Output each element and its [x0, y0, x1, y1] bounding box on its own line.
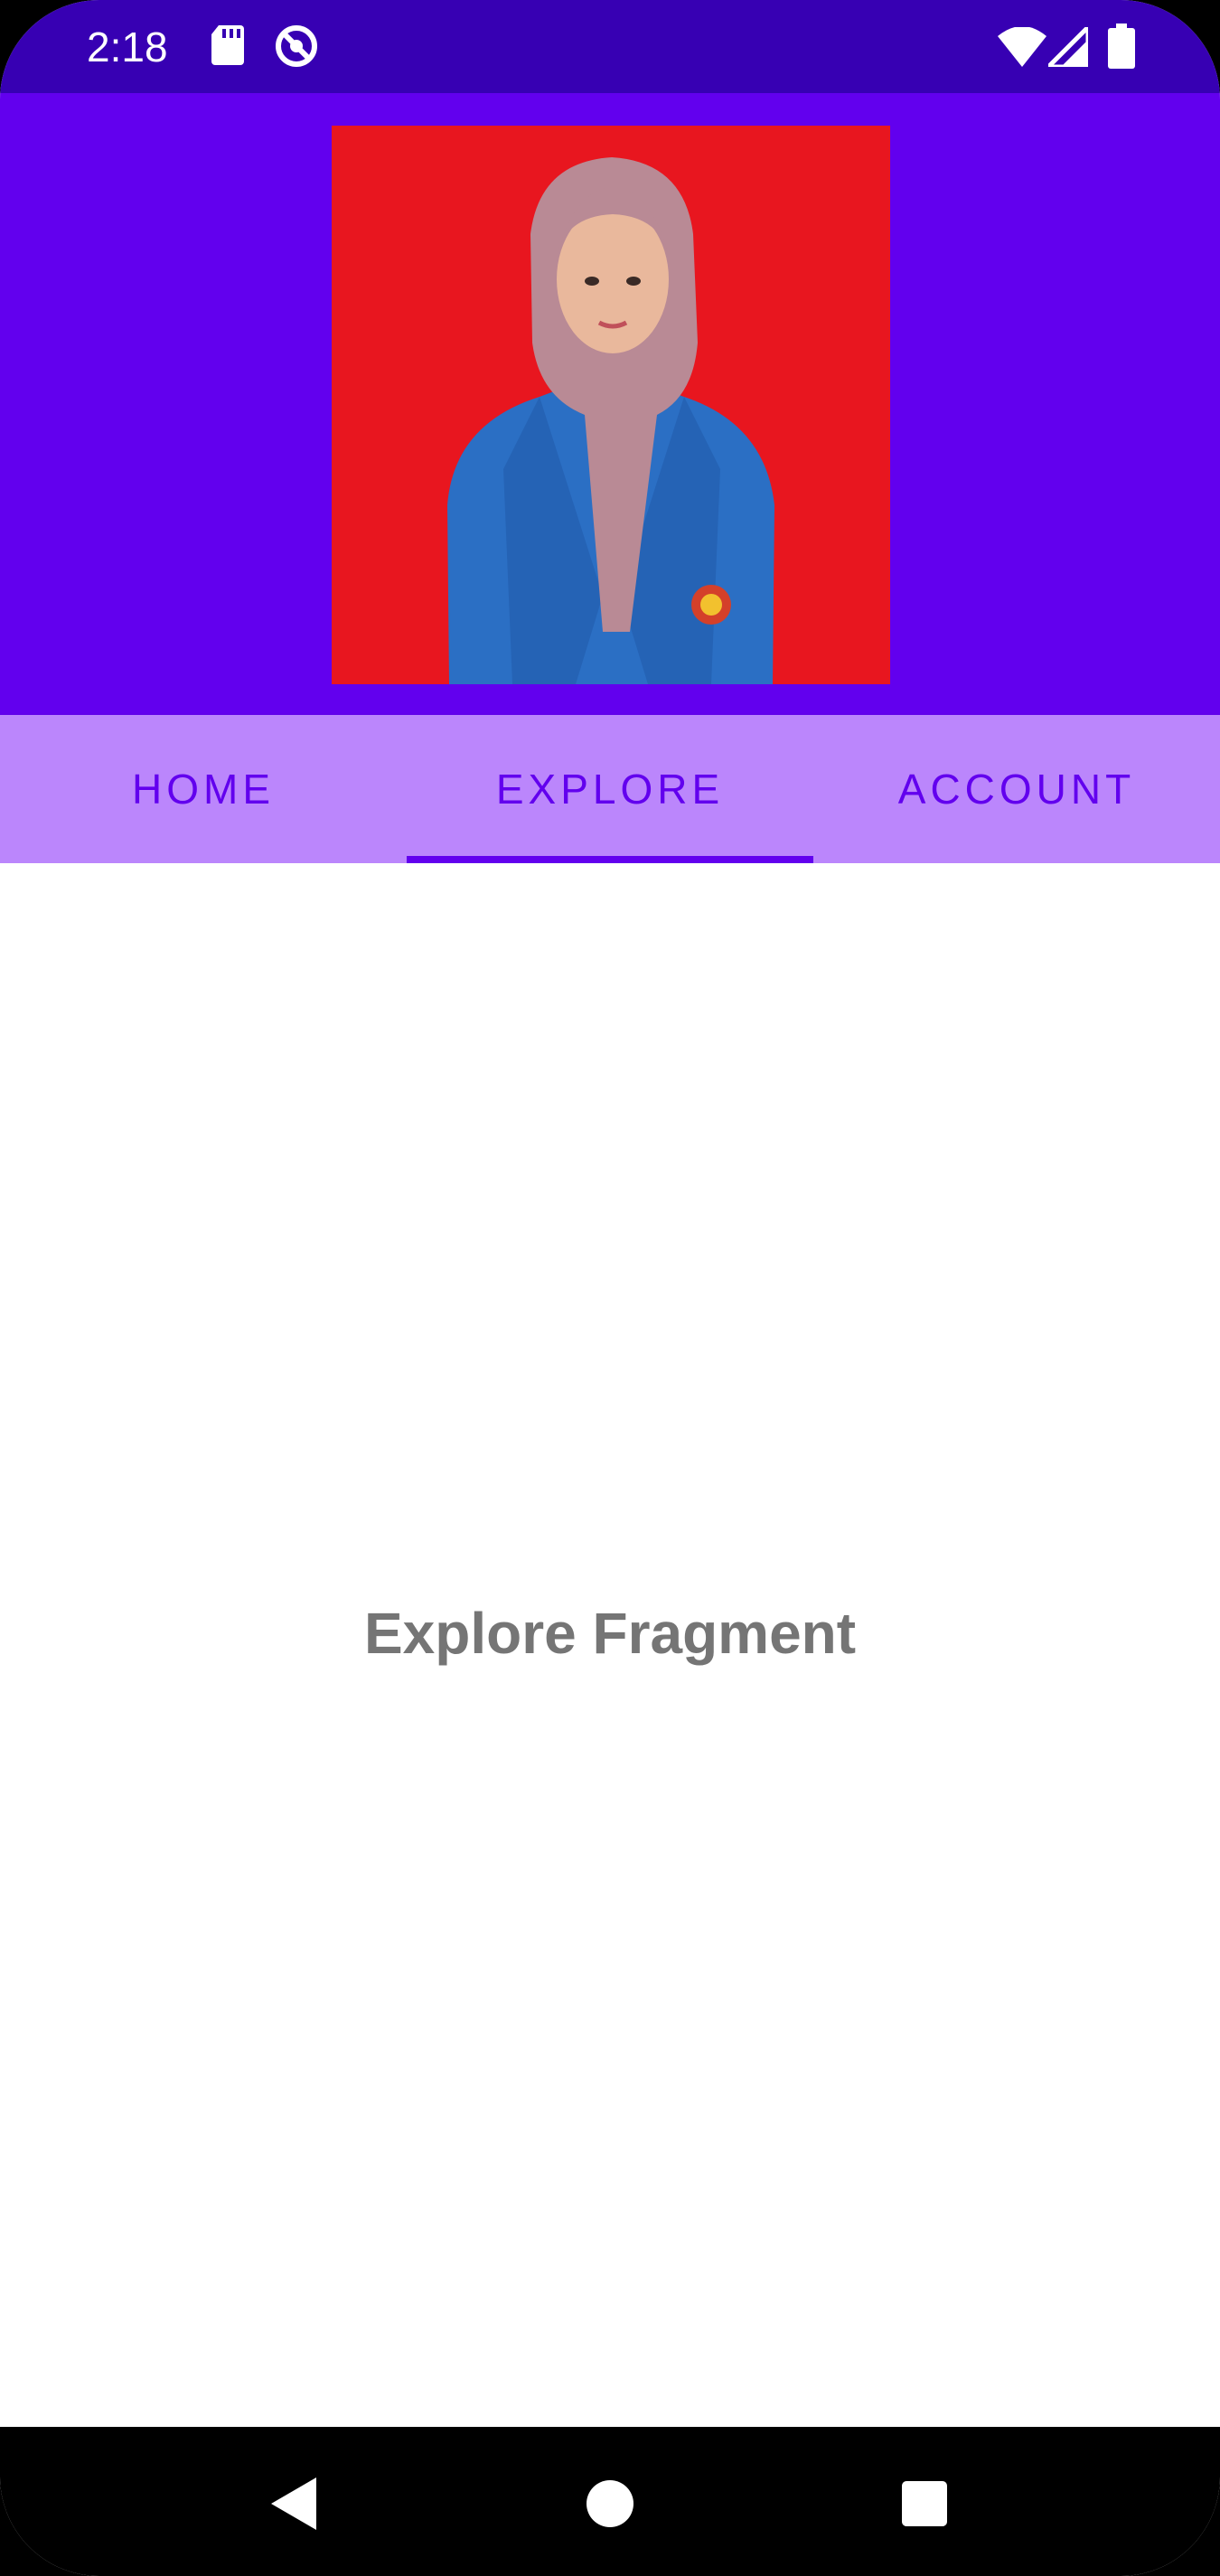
tab-bar: HOME EXPLORE ACCOUNT — [0, 715, 1220, 863]
fragment-label: Explore Fragment — [363, 1601, 857, 1666]
status-bar: 2:18 — [0, 0, 1220, 93]
battery-icon — [1108, 24, 1135, 73]
app-screen: 2:18 HOME EXPLORE ACCOUNT Explore Fragme… — [0, 0, 1220, 2576]
do-not-disturb-icon — [274, 24, 319, 73]
sd-card-icon — [210, 24, 246, 71]
fragment-container: Explore Fragment — [0, 863, 1220, 2427]
status-time: 2:18 — [87, 24, 168, 71]
tab-account[interactable]: ACCOUNT — [813, 715, 1220, 863]
navigation-bar — [0, 2427, 1220, 2576]
wifi-icon — [998, 26, 1046, 71]
back-icon[interactable] — [253, 2463, 334, 2544]
tab-home[interactable]: HOME — [0, 715, 407, 863]
profile-photo — [332, 126, 890, 684]
recents-square-icon[interactable] — [884, 2463, 965, 2544]
tab-explore[interactable]: EXPLORE — [407, 715, 813, 863]
home-circle-icon[interactable] — [569, 2463, 651, 2544]
header — [0, 93, 1220, 715]
cell-signal-icon — [1042, 21, 1091, 71]
